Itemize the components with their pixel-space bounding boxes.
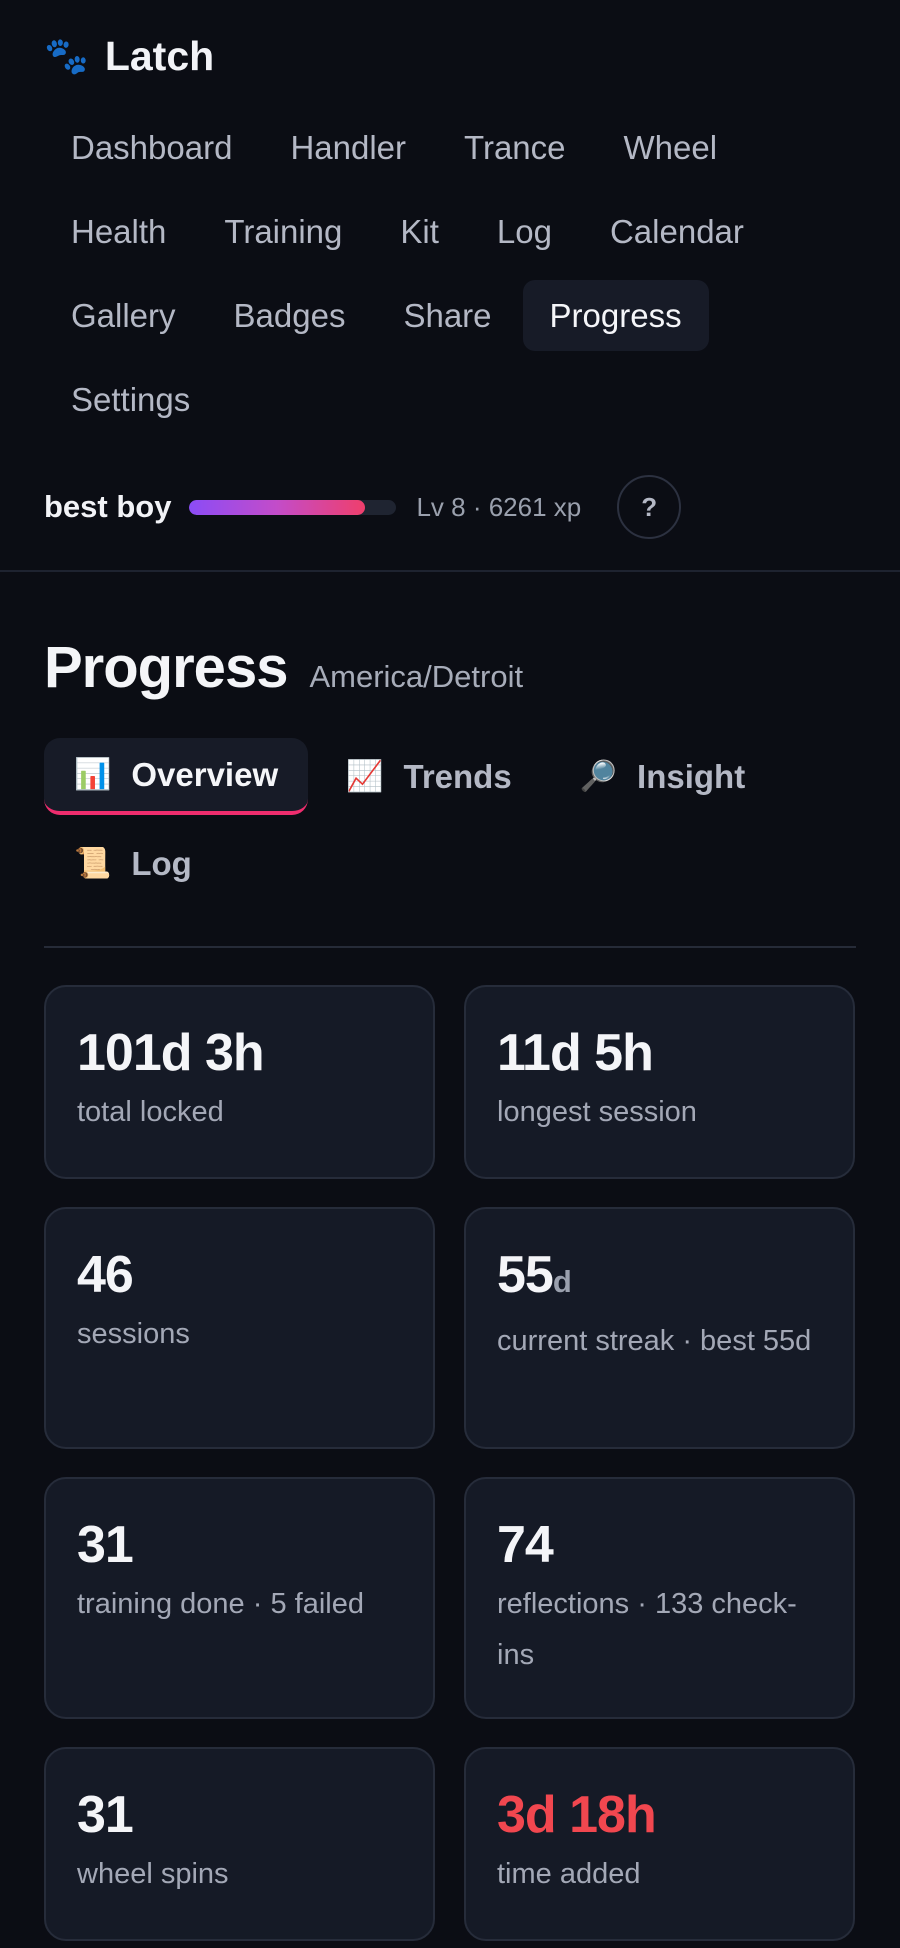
stat-value: 101d 3h [77,1024,265,1082]
stat-value: 31 [77,1516,134,1574]
level-text: Lv 8 · 6261 xp [416,491,582,522]
magnifier-icon: 🔎 [579,760,618,793]
stat-label: training done · 5 failed [77,1588,364,1620]
user-name: best boy [44,489,172,524]
stat-card-reflections: 74 reflections · 133 check-ins [464,1477,855,1719]
tab-label: Log [131,844,192,882]
nav-item-gallery[interactable]: Gallery [44,280,203,351]
nav-item-badges[interactable]: Badges [207,280,373,351]
stat-label: wheel spins [77,1858,229,1890]
tab-insight[interactable]: 🔎 Insight [550,738,776,815]
nav-item-progress[interactable]: Progress [522,280,709,351]
user-bar: best boy Lv 8 · 6261 xp ? [44,445,856,569]
tab-label: Trends [403,757,512,795]
stat-card-longest-session: 11d 5h longest session [464,985,855,1179]
xp-progress-bar [189,499,397,515]
timezone-label: America/Detroit [309,659,524,694]
nav-item-dashboard[interactable]: Dashboard [44,112,259,183]
tabs-divider [44,946,856,948]
nav-item-calendar[interactable]: Calendar [583,196,771,267]
brand[interactable]: 🐾 Latch [44,0,856,112]
stat-card-wheel-spins: 31 wheel spins [44,1747,435,1941]
nav-item-log[interactable]: Log [470,196,579,267]
trend-chart-icon: 📈 [346,760,384,793]
stat-label: longest session [497,1096,697,1128]
stat-card-time-added: 3d 18h time added [464,1747,855,1941]
nav-item-trance[interactable]: Trance [437,112,592,183]
stat-value: 46 [77,1246,134,1304]
stats-grid: 101d 3h total locked 11d 5h longest sess… [44,985,856,1948]
stat-label: sessions [77,1318,190,1350]
nav-item-share[interactable]: Share [376,280,518,351]
tab-label: Overview [131,755,279,793]
nav-item-handler[interactable]: Handler [263,112,433,183]
nav-item-training[interactable]: Training [197,196,369,267]
stat-card-total-locked: 101d 3h total locked [44,985,435,1179]
tab-trends[interactable]: 📈 Trends [316,738,542,815]
stat-label: time added [497,1858,641,1890]
stat-value: 31 [77,1786,134,1844]
tab-log[interactable]: 📜 Log [44,825,222,902]
app-name: Latch [104,32,215,79]
stat-label: total locked [77,1096,224,1128]
nav-item-settings[interactable]: Settings [44,364,217,435]
header-divider [0,570,900,572]
help-button[interactable]: ? [617,475,682,539]
nav-item-health[interactable]: Health [44,196,193,267]
nav-item-wheel[interactable]: Wheel [597,112,745,183]
page-title: Progress [44,635,288,700]
stat-value: 74 [497,1516,554,1574]
stat-label: reflections · 133 check-ins [497,1588,797,1671]
progress-tabs: 📊 Overview 📈 Trends 🔎 Insight 📜 Log [44,738,856,902]
stat-card-streak: 55d current streak · best 55d [464,1207,855,1449]
stat-value: 55d [497,1247,822,1310]
tab-overview[interactable]: 📊 Overview [44,738,309,815]
stat-card-training: 31 training done · 5 failed [44,1477,435,1719]
nav-item-kit[interactable]: Kit [373,196,466,267]
stat-value: 3d 18h [497,1786,657,1844]
stat-card-sessions: 46 sessions [44,1207,435,1449]
paw-icon: 🐾 [44,35,89,76]
stat-number: 55 [497,1246,554,1304]
stat-value: 11d 5h [497,1024,654,1082]
main-nav: Dashboard Handler Trance Wheel Health Tr… [44,112,856,435]
stat-label: current streak · best 55d [497,1325,812,1357]
bar-chart-icon: 📊 [74,758,112,791]
scroll-icon: 📜 [74,847,112,880]
app-header: 🐾 Latch Dashboard Handler Trance Wheel H… [0,0,900,569]
main-content: Progress America/Detroit 📊 Overview 📈 Tr… [0,634,900,1948]
tab-label: Insight [637,757,746,795]
stat-unit: d [552,1264,572,1299]
xp-progress-fill [189,499,366,515]
title-row: Progress America/Detroit [44,634,856,708]
